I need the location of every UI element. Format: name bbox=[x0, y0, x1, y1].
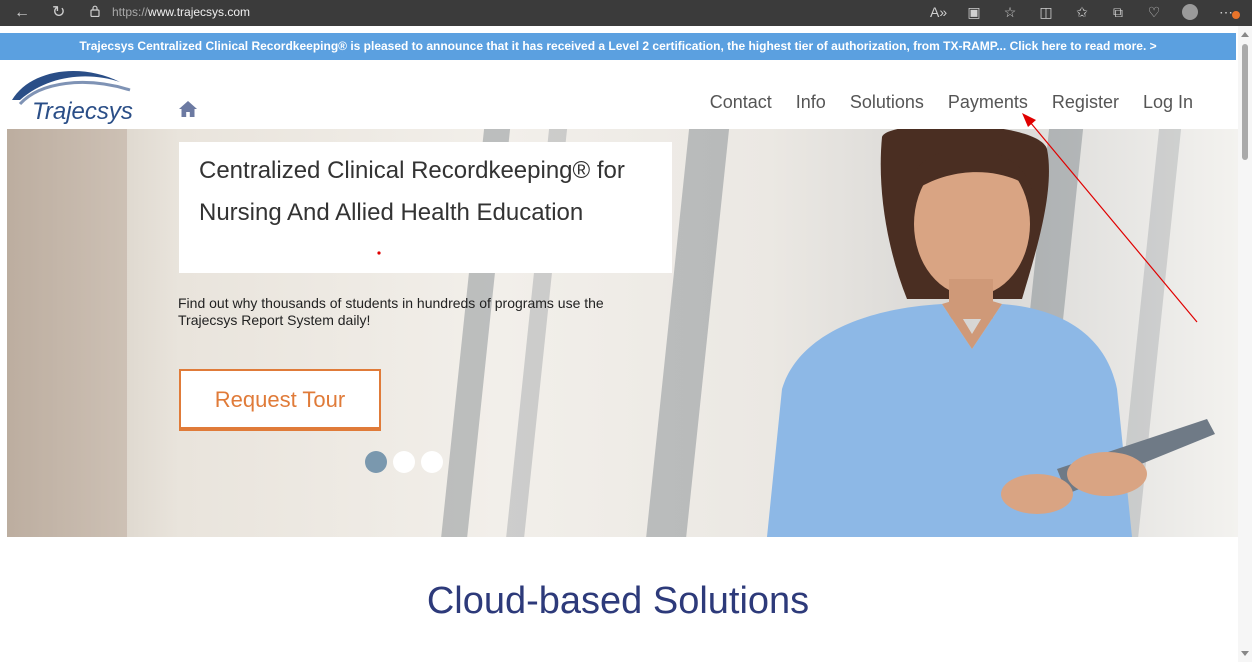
back-icon[interactable]: ← bbox=[14, 4, 30, 22]
section-title: Cloud-based Solutions bbox=[426, 580, 810, 622]
page-scrollbar[interactable] bbox=[1238, 26, 1252, 662]
request-tour-button[interactable]: Request Tour bbox=[179, 369, 381, 431]
favorite-icon[interactable]: ☆ bbox=[1002, 3, 1018, 21]
favorites-list-icon[interactable]: ✩ bbox=[1074, 3, 1090, 21]
nurse-photo bbox=[767, 129, 1215, 537]
hero-tagline: Find out why thousands of students in hu… bbox=[178, 295, 604, 328]
main-navigation: Contact Info Solutions Payments Register… bbox=[710, 92, 1193, 113]
annotation-arrowhead-icon bbox=[1022, 113, 1036, 127]
nav-contact[interactable]: Contact bbox=[710, 92, 772, 113]
nav-payments[interactable]: Payments bbox=[948, 92, 1028, 113]
nav-info[interactable]: Info bbox=[796, 92, 826, 113]
carousel-dot-2[interactable] bbox=[393, 451, 415, 473]
scroll-thumb[interactable] bbox=[1242, 44, 1248, 160]
trajecsys-logo[interactable]: Trajecsys bbox=[10, 60, 160, 126]
notification-dot bbox=[1232, 11, 1240, 19]
home-icon[interactable] bbox=[178, 100, 198, 118]
lock-icon[interactable] bbox=[90, 5, 100, 17]
hero-bg-wall bbox=[7, 129, 127, 537]
scroll-up-icon[interactable] bbox=[1241, 32, 1249, 37]
url-protocol: https:// bbox=[112, 5, 149, 19]
health-icon[interactable]: ♡ bbox=[1146, 3, 1162, 21]
browser-toolbar: ← ↻ https://www.trajecsys.com A» ▣ ☆ ◫ ✩… bbox=[0, 0, 1252, 26]
hero-banner: Centralized Clinical Recordkeeping® for … bbox=[7, 129, 1238, 537]
split-screen-icon[interactable]: ◫ bbox=[1038, 3, 1054, 21]
logo-text: Trajecsys bbox=[32, 98, 133, 125]
refresh-icon[interactable]: ↻ bbox=[52, 4, 65, 22]
read-aloud-icon[interactable]: A» bbox=[930, 3, 947, 21]
collections-icon[interactable]: ⧉ bbox=[1110, 3, 1126, 21]
carousel-indicators bbox=[365, 451, 443, 473]
address-bar[interactable]: https://www.trajecsys.com bbox=[112, 5, 250, 19]
browser-actions: A» ▣ ☆ ◫ ✩ ⧉ ♡ ⋯ bbox=[930, 3, 1240, 21]
nav-register[interactable]: Register bbox=[1052, 92, 1119, 113]
nav-log-in[interactable]: Log In bbox=[1143, 92, 1193, 113]
nav-solutions[interactable]: Solutions bbox=[850, 92, 924, 113]
carousel-dot-3[interactable] bbox=[421, 451, 443, 473]
scroll-down-icon[interactable] bbox=[1241, 651, 1249, 656]
url-host: www.trajecsys.com bbox=[148, 5, 251, 19]
announcement-bar[interactable]: Trajecsys Centralized Clinical Recordkee… bbox=[0, 33, 1236, 60]
hero-headline: Centralized Clinical Recordkeeping® for … bbox=[179, 142, 672, 273]
profile-icon[interactable] bbox=[1182, 4, 1198, 20]
carousel-dot-1[interactable] bbox=[365, 451, 387, 473]
immersive-reader-icon[interactable]: ▣ bbox=[966, 3, 982, 21]
more-icon[interactable]: ⋯ bbox=[1218, 3, 1240, 21]
